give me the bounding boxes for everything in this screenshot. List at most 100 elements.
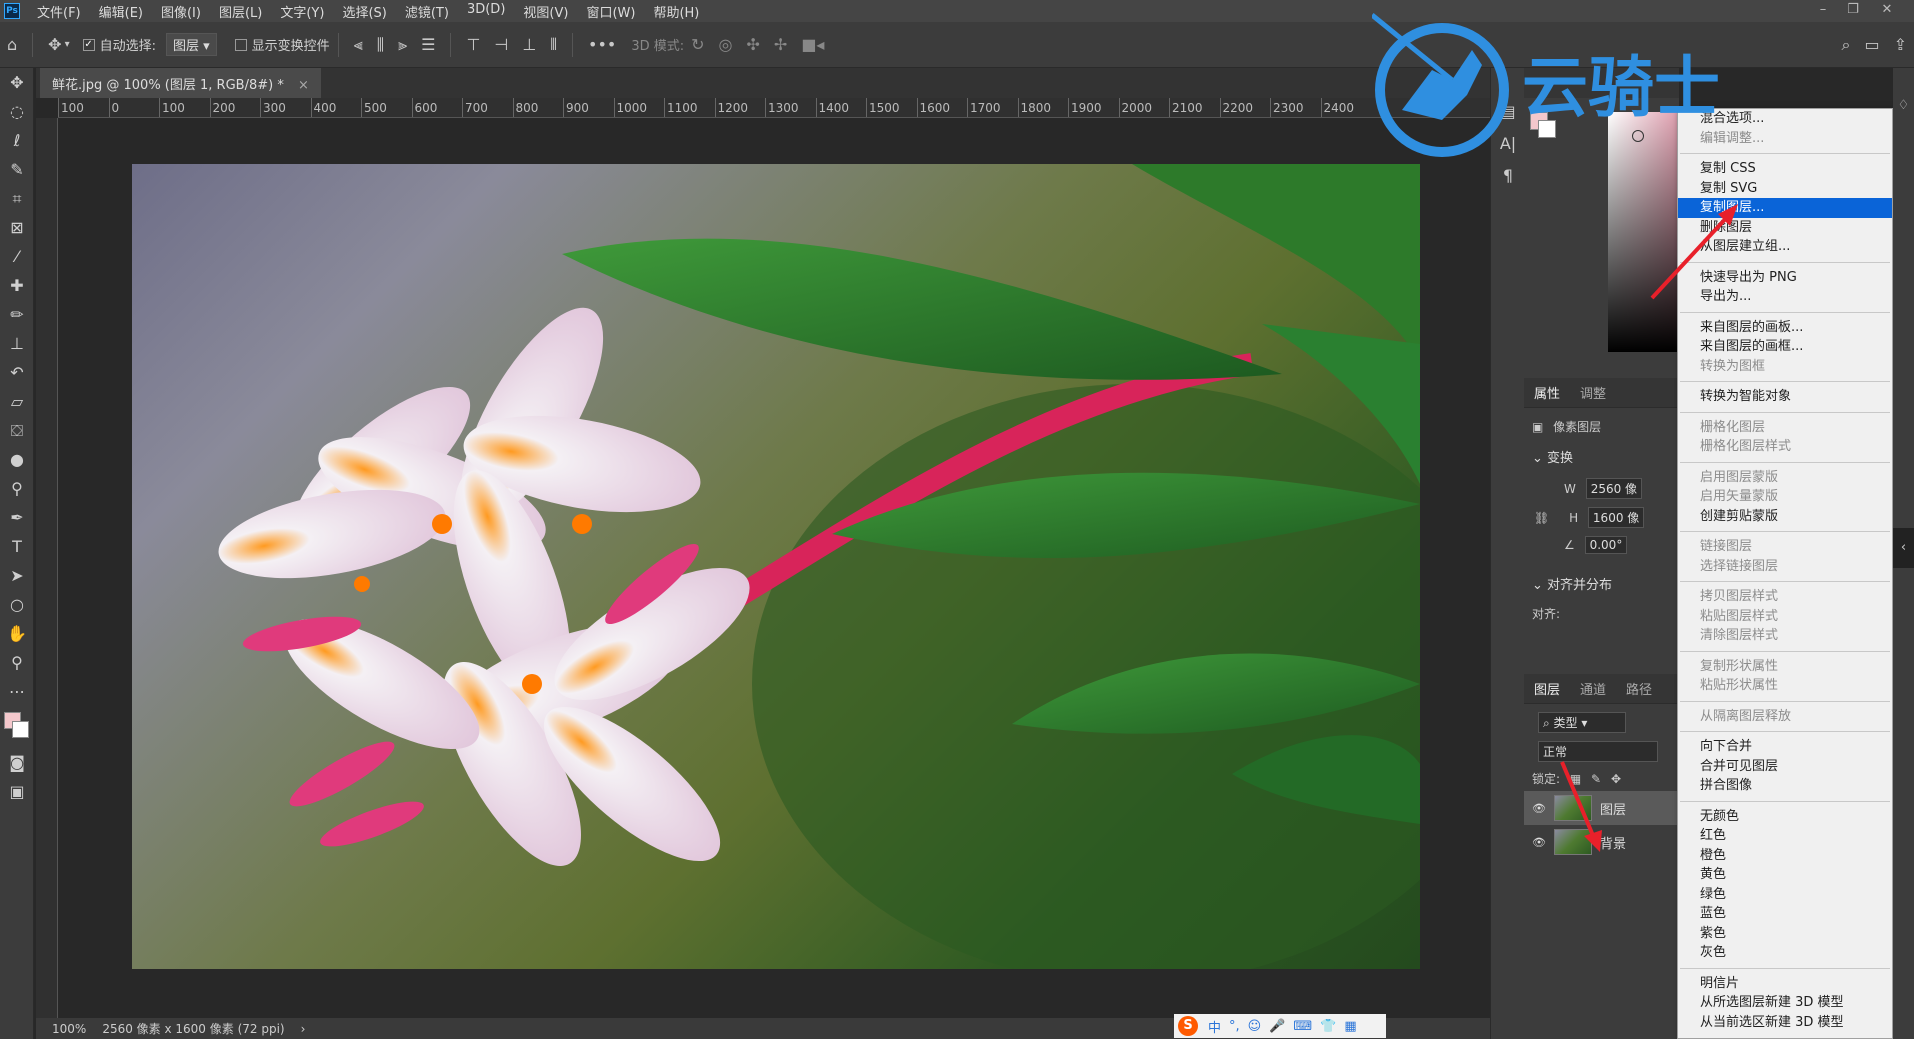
context-menu-item[interactable]: 从图层建立组... — [1678, 237, 1892, 257]
eyedropper-tool-icon[interactable]: ⁄ — [0, 242, 34, 271]
tab-adjustments[interactable]: 调整 — [1570, 383, 1616, 402]
context-menu-item[interactable]: 绿色 — [1678, 885, 1892, 905]
eraser-tool-icon[interactable]: ▱ — [0, 387, 34, 416]
toolbox-icon[interactable]: ▦ — [1344, 1019, 1356, 1034]
tab-properties[interactable]: 属性 — [1524, 383, 1570, 402]
keyboard-icon[interactable]: ⌨ — [1293, 1019, 1312, 1034]
ellipse-tool-icon[interactable]: ○ — [0, 590, 34, 619]
menu-item[interactable]: 视图(V) — [514, 2, 577, 21]
menu-item[interactable]: 图像(I) — [152, 2, 210, 21]
context-menu-item[interactable]: 无颜色 — [1678, 807, 1892, 827]
blur-tool-icon[interactable]: ● — [0, 445, 34, 474]
context-menu-item[interactable]: 来自图层的画框... — [1678, 337, 1892, 357]
context-menu-item[interactable]: 黄色 — [1678, 865, 1892, 885]
move-tool-icon[interactable]: ✥ — [0, 68, 34, 97]
link-icon[interactable]: ⛓ — [1534, 511, 1549, 525]
home-icon[interactable]: ⌂ — [7, 35, 17, 54]
tab-layers[interactable]: 图层 — [1524, 679, 1570, 698]
menu-item[interactable]: 文字(Y) — [271, 2, 333, 21]
context-menu-item[interactable]: 复制 SVG — [1678, 179, 1892, 199]
workspace-icon[interactable]: ▭ — [1864, 35, 1879, 54]
slide-3d-icon[interactable]: ✢ — [774, 35, 787, 54]
restore-button[interactable]: ❐ — [1840, 0, 1866, 22]
angle-input[interactable]: 0.00° — [1584, 536, 1628, 554]
color-swatches[interactable] — [0, 706, 33, 748]
context-menu-item[interactable]: 合并可见图层 — [1678, 757, 1892, 777]
pan-3d-icon[interactable]: ✣ — [747, 35, 760, 54]
context-menu-item[interactable]: 紫色 — [1678, 924, 1892, 944]
lock-paint-icon[interactable]: ✎ — [1591, 772, 1601, 786]
ime-language[interactable]: 中 — [1208, 1017, 1221, 1036]
document-tab[interactable]: 鲜花.jpg @ 100% (图层 1, RGB/8#) * × — [40, 68, 321, 98]
blend-mode-select[interactable]: 正常 — [1538, 741, 1658, 762]
context-menu-item[interactable]: 从当前选区新建 3D 模型 — [1678, 1013, 1892, 1033]
transform-section[interactable]: ⌄ 变换 — [1524, 439, 1679, 474]
context-menu-item[interactable]: 复制图层... — [1678, 198, 1892, 218]
zoom-level[interactable]: 100% — [52, 1022, 86, 1036]
context-menu-item[interactable]: 明信片 — [1678, 974, 1892, 994]
menu-item[interactable]: 3D(D) — [458, 2, 514, 21]
menu-item[interactable]: 编辑(E) — [90, 2, 152, 21]
context-menu-item[interactable]: 灰色 — [1678, 943, 1892, 963]
context-menu-item[interactable]: 转换为智能对象 — [1678, 387, 1892, 407]
align-right-icon[interactable]: ⫸ — [398, 35, 407, 55]
frame-tool-icon[interactable]: ⊠ — [0, 213, 34, 242]
status-arrow-icon[interactable]: › — [301, 1022, 306, 1036]
skin-icon[interactable]: 👕 — [1320, 1019, 1336, 1034]
paint-bucket-icon[interactable]: ⛋ — [0, 416, 34, 445]
layer-filter-select[interactable]: ⌕ 类型 ▾ — [1538, 712, 1626, 733]
sogou-logo-icon[interactable]: S — [1178, 1016, 1198, 1036]
pen-tool-icon[interactable]: ✒ — [0, 503, 34, 532]
context-menu-item[interactable]: 橙色 — [1678, 846, 1892, 866]
tab-paths[interactable]: 路径 — [1616, 679, 1662, 698]
visibility-eye-icon[interactable]: 👁 — [1532, 802, 1546, 815]
ime-punctuation[interactable]: °, — [1229, 1019, 1240, 1034]
stamp-tool-icon[interactable]: ⊥ — [0, 329, 34, 358]
share-icon[interactable]: ⇪ — [1894, 35, 1907, 54]
menu-item[interactable]: 选择(S) — [333, 2, 395, 21]
layer-row[interactable]: 👁 图层 — [1524, 791, 1679, 825]
context-menu-item[interactable]: 从所选图层新建 3D 模型 — [1678, 993, 1892, 1013]
context-menu-item[interactable]: 导出为... — [1678, 287, 1892, 307]
crop-tool-icon[interactable]: ⌗ — [0, 184, 34, 213]
lasso-tool-icon[interactable]: ℓ — [0, 126, 34, 155]
more-options-button[interactable]: ••• — [588, 35, 616, 54]
menu-item[interactable]: 图层(L) — [210, 2, 271, 21]
emoji-icon[interactable]: ☺ — [1248, 1019, 1262, 1034]
context-menu-item[interactable]: 删除图层 — [1678, 218, 1892, 238]
paragraph-panel-icon[interactable]: ¶ — [1491, 160, 1525, 192]
brush-tool-icon[interactable]: ✏ — [0, 300, 34, 329]
healing-tool-icon[interactable]: ✚ — [0, 271, 34, 300]
context-menu-item[interactable]: 快速导出为 PNG — [1678, 268, 1892, 288]
show-transform-checkbox[interactable] — [234, 37, 252, 52]
hand-tool-icon[interactable]: ✋ — [0, 619, 34, 648]
collapse-arrow-icon[interactable]: ‹ — [1893, 528, 1914, 568]
align-middle-icon[interactable]: ⊣ — [494, 35, 508, 54]
marquee-tool-icon[interactable]: ◌ — [0, 97, 34, 126]
visibility-eye-icon[interactable]: 👁 — [1532, 836, 1546, 849]
context-menu-item[interactable]: 来自图层的画板... — [1678, 318, 1892, 338]
quick-select-tool-icon[interactable]: ✎ — [0, 155, 34, 184]
background-color[interactable] — [12, 721, 29, 738]
align-center-icon[interactable]: ⫼ — [377, 35, 384, 55]
more-tools-icon[interactable]: ⋯ — [0, 677, 34, 706]
context-menu-item[interactable]: 拼合图像 — [1678, 776, 1892, 796]
align-top-icon[interactable]: ⊤ — [466, 35, 480, 54]
microphone-icon[interactable]: 🎤 — [1269, 1019, 1285, 1034]
layer-row[interactable]: 👁 背景 — [1524, 825, 1679, 859]
quick-mask-icon[interactable]: ◙ — [0, 748, 34, 777]
scale-3d-icon[interactable]: ■◂ — [801, 35, 824, 54]
align-vcenter-icon[interactable]: ☰ — [421, 35, 435, 54]
flower-photo[interactable] — [132, 164, 1420, 969]
type-tool-icon[interactable]: T — [0, 532, 34, 561]
screen-mode-icon[interactable]: ▣ — [0, 777, 34, 806]
context-menu-item[interactable]: 红色 — [1678, 826, 1892, 846]
target-select[interactable]: 图层 ▾ — [165, 33, 217, 56]
context-menu-item[interactable]: 向下合并 — [1678, 737, 1892, 757]
menu-item[interactable]: 文件(F) — [28, 2, 90, 21]
context-menu-item[interactable]: 复制 CSS — [1678, 159, 1892, 179]
chevron-down-icon[interactable]: ▾ — [65, 39, 70, 50]
height-input[interactable]: 1600 像 — [1587, 507, 1645, 528]
lightbulb-icon[interactable]: ♢ — [1893, 98, 1914, 113]
lock-position-icon[interactable]: ✥ — [1611, 772, 1621, 786]
